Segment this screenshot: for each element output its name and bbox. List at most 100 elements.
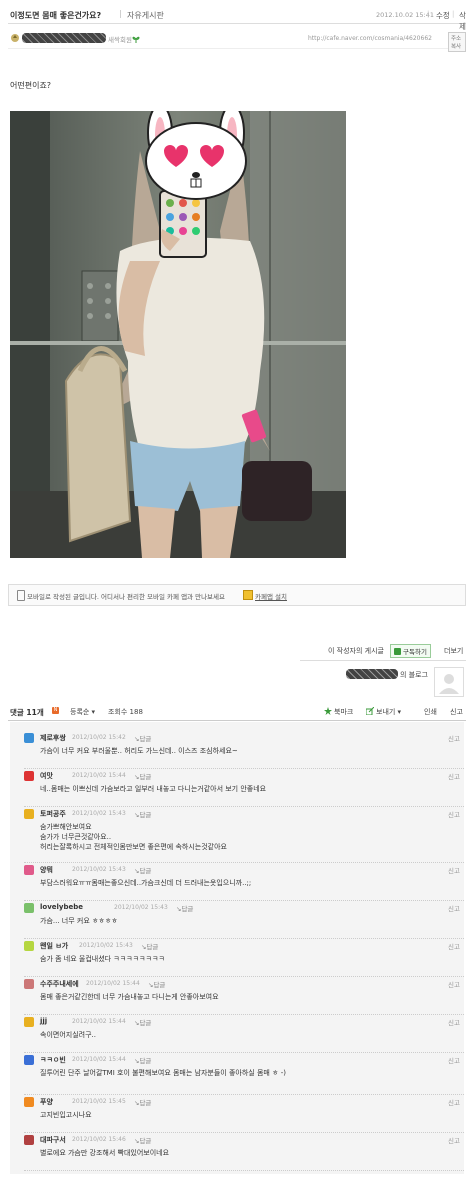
commenter-nick[interactable]: 토퍼공주	[40, 809, 66, 819]
reply-link[interactable]: ↘답글	[134, 809, 151, 819]
subscribe-button[interactable]: 구독하기	[390, 644, 431, 658]
mobile-notice-bar: 모바일로 작성된 글입니다. 어디서나 편리한 모바일 카페 앱과 만나보세요 …	[8, 584, 466, 606]
bookmark-button[interactable]: 북마크	[334, 707, 353, 717]
post-url[interactable]: http://cafe.naver.com/cosmania/4620662	[308, 35, 432, 42]
title-separator: |	[119, 9, 122, 18]
cafe-app-icon	[243, 590, 253, 600]
post-body: 어떤편이죠?	[10, 81, 52, 90]
photo-illustration	[10, 111, 346, 558]
reply-label: 답글	[146, 943, 159, 951]
commenter-icon	[24, 809, 34, 819]
sort-order-dropdown[interactable]: 등록순 ▾	[70, 707, 95, 717]
reply-link[interactable]: ↘답글	[176, 903, 193, 913]
comment-date: 2012/10/02 15:45	[72, 1098, 126, 1105]
send-button[interactable]: 보내기 ▾	[376, 707, 401, 717]
comment-text: 부담스러워요ㅠㅠ몸매는좋으신데..가슴크신데 더 드러내는옷입으니까..;;	[40, 879, 252, 887]
commenter-nick[interactable]: 여맛	[40, 771, 53, 781]
report-comment-button[interactable]: 신고	[448, 941, 460, 951]
report-comment-button[interactable]: 신고	[448, 865, 460, 875]
avatar[interactable]	[434, 667, 464, 697]
reply-link[interactable]: ↘답글	[134, 771, 151, 781]
commenter-nick[interactable]: 수주주내세에	[40, 979, 79, 989]
comment-item: 여맛 2012/10/02 15:44 ↘답글 신고 네..몸매는 이쁘신데 가슴보라고…	[24, 770, 464, 807]
commenter-nick[interactable]: ㅋㅋㅇ빈	[40, 1055, 66, 1065]
blog-link[interactable]: 의 블로그	[400, 670, 428, 680]
commenter-icon	[24, 733, 34, 743]
commenter-icon	[24, 1055, 34, 1065]
reply-link[interactable]: ↘답글	[148, 979, 165, 989]
commenter-nick[interactable]: lovelybebe	[40, 903, 83, 911]
copy-address-button[interactable]: 주소복사	[448, 32, 466, 52]
reply-label: 답글	[139, 867, 152, 875]
report-comment-button[interactable]: 신고	[448, 1135, 460, 1145]
comment-item: ㅋㅋㅇ빈 2012/10/02 15:44 ↘답글 신고 질투어린 단주 날어갈TMI …	[24, 1054, 464, 1095]
report-comment-button[interactable]: 신고	[448, 733, 460, 743]
commenter-icon	[24, 865, 34, 875]
post-header: 이정도면 몸매 좋은건가요? | 자유게시판 2012.10.02 15:41 …	[8, 7, 466, 31]
reply-link[interactable]: ↘답글	[134, 865, 151, 875]
author-blog-row: 의 블로그	[300, 660, 466, 697]
comment-item: 양뭐 2012/10/02 15:43 ↘답글 신고 부담스러워요ㅠㅠ몸매는좋으신데..…	[24, 864, 464, 901]
comment-date: 2012/10/02 15:43	[72, 810, 126, 817]
commenter-nick[interactable]: 푸양	[40, 1097, 53, 1107]
comment-text: 숨가쁘해안보여요	[40, 823, 92, 831]
author-posts-link[interactable]: 이 작성자의 게시글	[328, 646, 384, 656]
report-comment-button[interactable]: 신고	[448, 809, 460, 819]
reply-label: 답글	[139, 1019, 152, 1027]
commenter-nick[interactable]: 왠일 ㅂ가	[40, 941, 68, 951]
commenter-nick[interactable]: 제로후쌍	[40, 733, 66, 743]
author-row: 새싹회원 http://cafe.naver.com/cosmania/4620…	[8, 28, 466, 52]
report-post-button[interactable]: 신고	[450, 707, 463, 717]
commenter-nick[interactable]: jjj	[40, 1017, 47, 1025]
reply-link[interactable]: ↘답글	[141, 941, 158, 951]
comment-date: 2012/10/02 15:42	[72, 734, 126, 741]
board-link[interactable]: 자유게시판	[127, 10, 164, 21]
print-button[interactable]: 인쇄	[424, 707, 437, 717]
reply-link[interactable]: ↘답글	[134, 1055, 151, 1065]
reply-link[interactable]: ↘답글	[134, 1135, 151, 1145]
report-comment-button[interactable]: 신고	[448, 1055, 460, 1065]
report-comment-button[interactable]: 신고	[448, 979, 460, 989]
commenter-icon	[24, 903, 34, 913]
subscribe-label: 구독하기	[403, 648, 427, 656]
comment-text: 숨가가 너무큰것같아요..	[40, 833, 112, 841]
author-name-redacted[interactable]	[22, 33, 106, 43]
reply-label: 답글	[181, 905, 194, 913]
member-level-icon	[11, 34, 19, 42]
comment-text: 고지빈입고시나요	[40, 1111, 92, 1119]
comment-text: 가슴... 너무 커요 ㅎㅎㅎㅎ	[40, 917, 118, 925]
author-level: 새싹회원	[108, 36, 132, 44]
report-comment-button[interactable]: 신고	[448, 1097, 460, 1107]
report-comment-button[interactable]: 신고	[448, 903, 460, 913]
comment-count[interactable]: 댓글 11개	[10, 707, 44, 718]
comment-text: 속이면어지실려구..	[40, 1031, 96, 1039]
post-photo	[10, 111, 346, 558]
blog-owner-redacted[interactable]	[346, 669, 398, 679]
install-app-link[interactable]: 카페앱 설치	[255, 591, 287, 601]
reply-label: 답글	[153, 981, 166, 989]
comment-item: 제로후쌍 2012/10/02 15:42 ↘답글 신고 가슴이 너무 커요 부러울뿐.…	[24, 732, 464, 769]
send-icon	[366, 707, 374, 715]
mobile-phone-icon	[17, 590, 25, 601]
report-comment-button[interactable]: 신고	[448, 771, 460, 781]
more-link[interactable]: 더보기	[444, 646, 463, 656]
rss-icon	[394, 648, 401, 655]
commenter-nick[interactable]: 대파구서	[40, 1135, 66, 1145]
comment-text: 몸매 좋은거같긴한데 너무 가슴내놓고 다니는게 안좋아보여요	[40, 993, 219, 1001]
comment-item: jjj 2012/10/02 15:44 ↘답글 신고 속이면어지실려구..	[24, 1016, 464, 1053]
post-title: 이정도면 몸매 좋은건가요?	[10, 11, 102, 20]
comment-item: 수주주내세에 2012/10/02 15:44 ↘답글 신고 몸매 좋은거같긴한데 너무…	[24, 978, 464, 1015]
commenter-icon	[24, 979, 34, 989]
comment-list: 제로후쌍 2012/10/02 15:42 ↘답글 신고 가슴이 너무 커요 부러울뿐.…	[10, 722, 464, 1174]
reply-link[interactable]: ↘답글	[134, 1097, 151, 1107]
report-comment-button[interactable]: 신고	[448, 1017, 460, 1027]
author-follow-row: 이 작성자의 게시글 구독하기 더보기	[320, 644, 466, 658]
edit-button[interactable]: 수정	[436, 10, 450, 21]
reply-label: 답글	[139, 773, 152, 781]
comment-date: 2012/10/02 15:44	[72, 1056, 126, 1063]
comment-date: 2012/10/02 15:44	[72, 772, 126, 779]
commenter-nick[interactable]: 양뭐	[40, 865, 53, 875]
reply-link[interactable]: ↘답글	[134, 733, 151, 743]
reply-link[interactable]: ↘답글	[134, 1017, 151, 1027]
comment-text: 별로에요 가슴만 강조해서 빡대있어보이네요	[40, 1149, 170, 1157]
